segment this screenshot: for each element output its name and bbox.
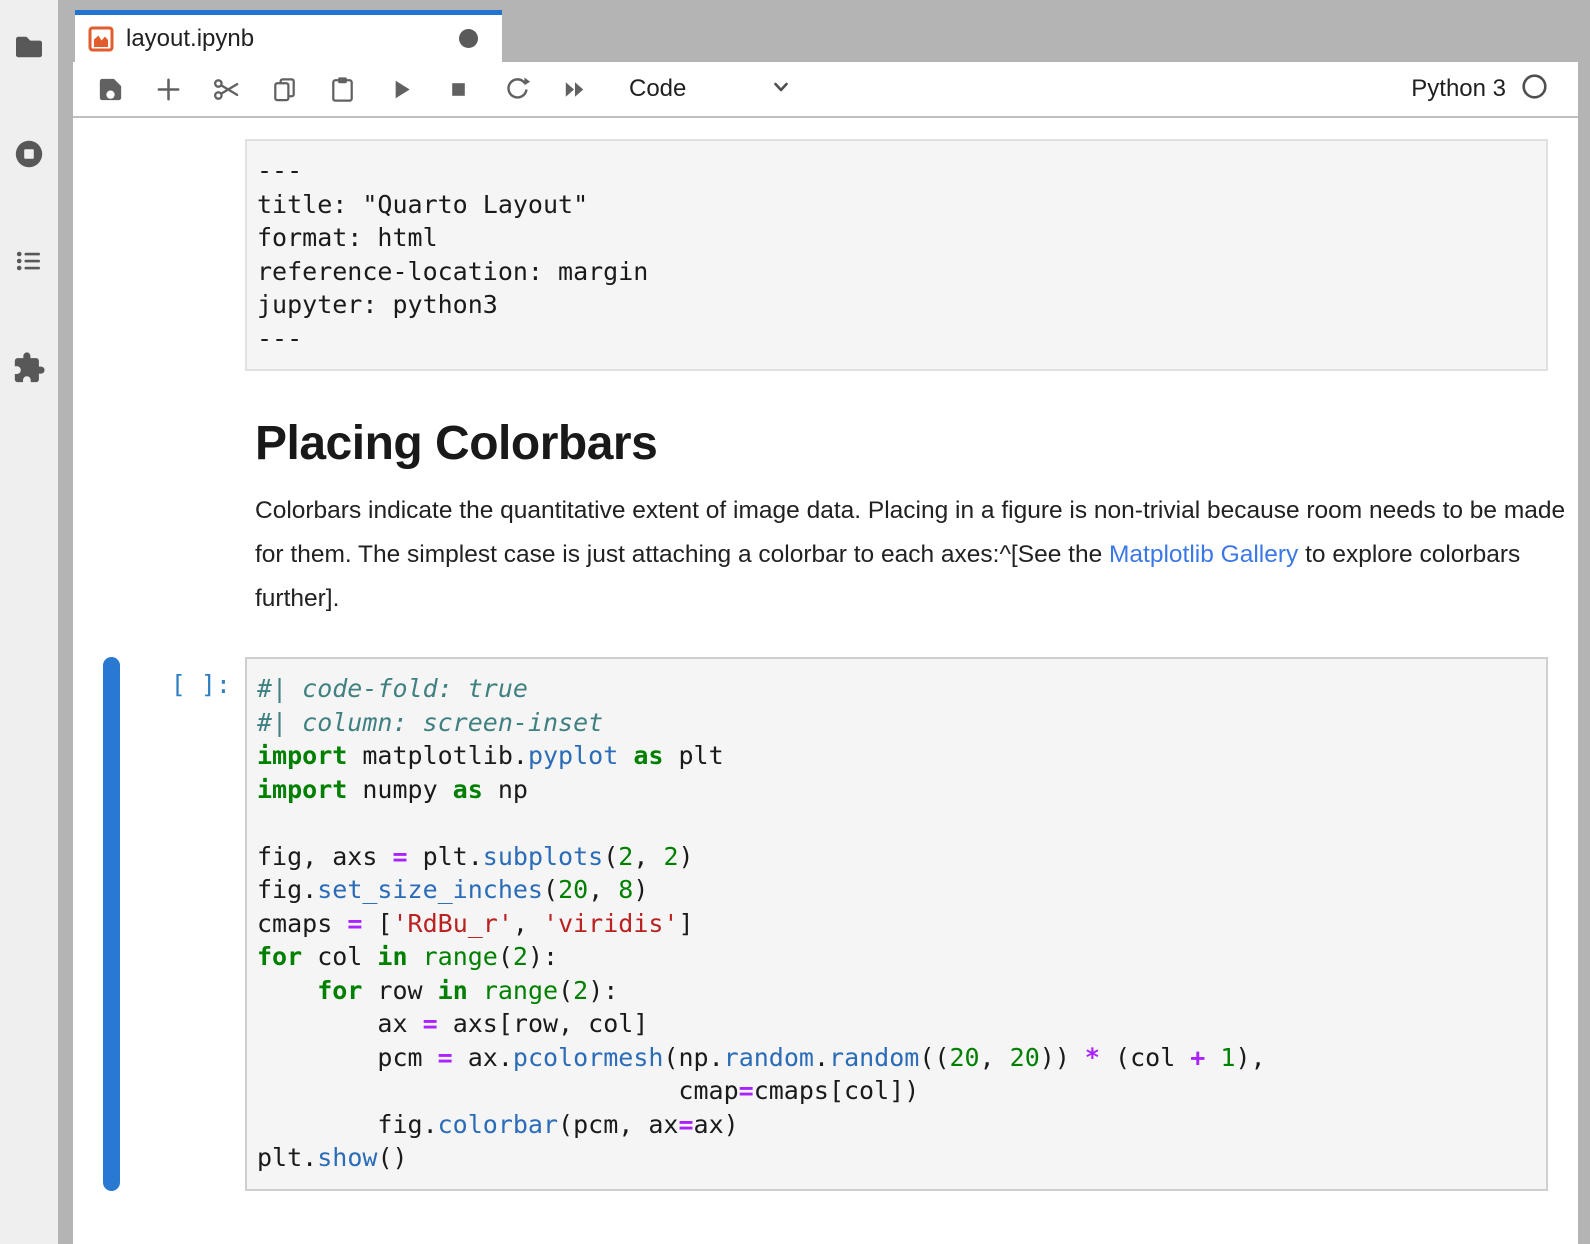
cell-type-value: Code xyxy=(609,75,686,103)
left-activity-bar xyxy=(0,0,58,1244)
main-panel: layout.ipynb xyxy=(73,0,1578,1244)
list-icon xyxy=(12,244,46,278)
notebook-icon xyxy=(88,26,114,52)
matplotlib-gallery-link[interactable]: Matplotlib Gallery xyxy=(1109,541,1298,568)
plus-icon xyxy=(153,74,184,105)
markdown-cell: Placing Colorbars Colorbars indicate the… xyxy=(255,415,1578,621)
stop-circle-icon xyxy=(12,137,46,171)
restart-kernel-button[interactable] xyxy=(487,65,545,113)
sidebar-divider xyxy=(58,0,73,1244)
sidebar-item-extensions[interactable] xyxy=(12,351,46,385)
run-icon xyxy=(385,74,416,105)
sidebar-item-running-kernels[interactable] xyxy=(12,137,46,171)
paste-icon xyxy=(327,74,358,105)
puzzle-icon xyxy=(12,351,46,385)
markdown-paragraph: Colorbars indicate the quantitative exte… xyxy=(255,489,1575,621)
interrupt-kernel-button[interactable] xyxy=(429,65,487,113)
tab-layout-ipynb[interactable]: layout.ipynb xyxy=(75,10,502,62)
restart-run-all-button[interactable] xyxy=(545,65,603,113)
copy-icon xyxy=(269,74,300,105)
execution-prompt: [ ]: xyxy=(120,657,245,1191)
right-gutter xyxy=(1578,0,1590,1244)
notebook-toolbar: Code Python 3 xyxy=(73,62,1578,118)
run-cell-button[interactable] xyxy=(371,65,429,113)
code-cell: [ ]: #| code-fold: true#| column: screen… xyxy=(73,657,1578,1191)
kernel-name: Python 3 xyxy=(1411,75,1506,103)
fast-forward-icon xyxy=(559,74,590,105)
markdown-heading: Placing Colorbars xyxy=(255,415,1578,473)
sidebar-item-file-browser[interactable] xyxy=(12,30,46,64)
copy-cells-button[interactable] xyxy=(255,65,313,113)
notebook-content: ---title: "Quarto Layout"format: htmlref… xyxy=(73,118,1578,1244)
raw-cell-source[interactable]: ---title: "Quarto Layout"format: htmlref… xyxy=(245,139,1548,371)
tab-title: layout.ipynb xyxy=(126,25,254,53)
unsaved-changes-indicator[interactable] xyxy=(459,29,478,48)
paste-cells-button[interactable] xyxy=(313,65,371,113)
save-button[interactable] xyxy=(81,65,139,113)
cut-cells-button[interactable] xyxy=(197,65,255,113)
sidebar-item-table-of-contents[interactable] xyxy=(12,244,46,278)
raw-cell: ---title: "Quarto Layout"format: htmlref… xyxy=(245,139,1578,371)
kernel-status-icon xyxy=(1521,73,1548,105)
code-cell-source[interactable]: #| code-fold: true#| column: screen-inse… xyxy=(245,657,1548,1191)
cell-type-select[interactable]: Code xyxy=(609,74,794,105)
insert-cell-button[interactable] xyxy=(139,65,197,113)
tab-bar: layout.ipynb xyxy=(73,0,1578,62)
kernel-indicator[interactable]: Python 3 xyxy=(1411,73,1548,105)
save-icon xyxy=(95,74,126,105)
cut-icon xyxy=(211,74,242,105)
chevron-down-icon xyxy=(686,74,794,105)
folder-icon xyxy=(12,30,46,64)
stop-icon xyxy=(443,74,474,105)
restart-icon xyxy=(501,74,532,105)
active-cell-collapser[interactable] xyxy=(103,657,120,1191)
